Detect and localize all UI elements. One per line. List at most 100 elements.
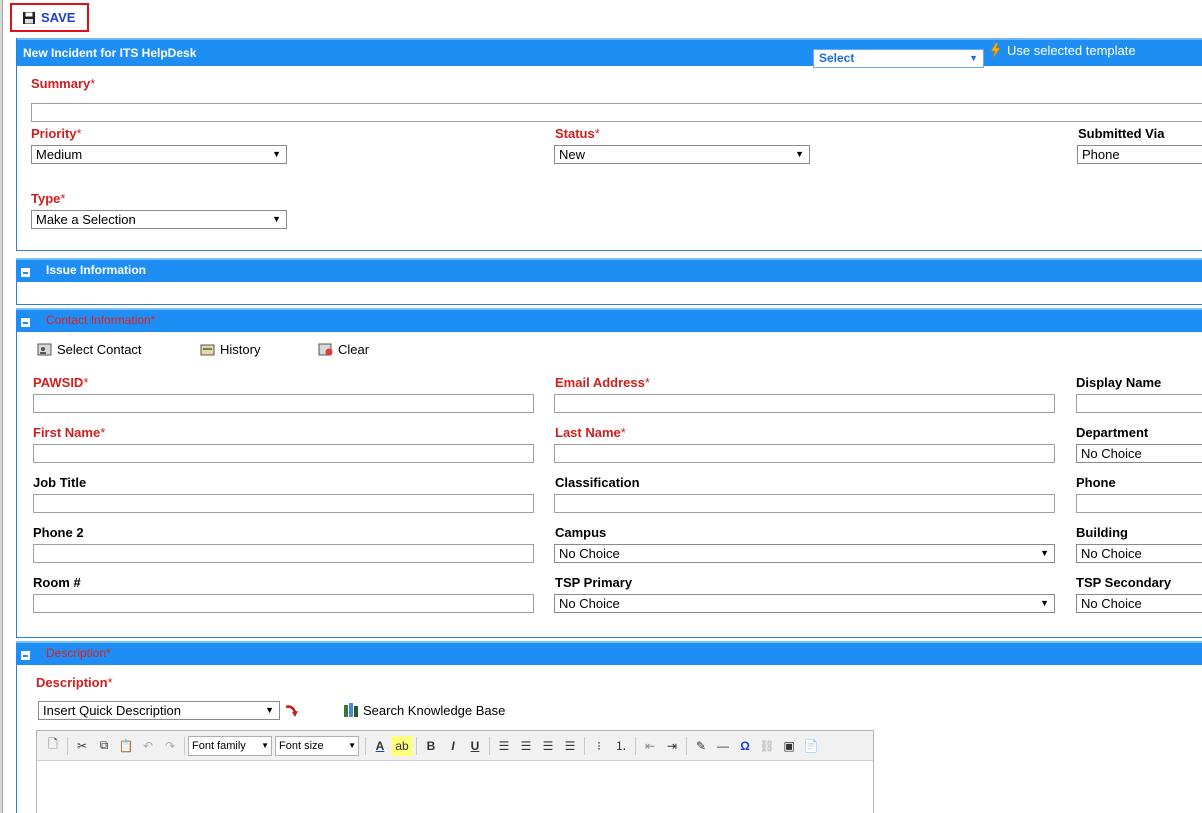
clear-button[interactable]: Clear	[318, 342, 369, 357]
copy-icon[interactable]: ⧉	[93, 736, 115, 756]
history-label: History	[220, 342, 261, 357]
contact-information-title: Contact Information*	[46, 313, 156, 327]
classification-input[interactable]	[554, 494, 1055, 513]
tsp-secondary-value: No Choice	[1081, 596, 1142, 611]
toolbar-divider	[686, 736, 687, 755]
room-input[interactable]	[33, 594, 534, 613]
indent-icon[interactable]: ⇥	[661, 736, 683, 756]
phone2-input[interactable]	[33, 544, 534, 563]
last-name-input[interactable]	[554, 444, 1055, 463]
submitted-via-select[interactable]: Phone	[1077, 145, 1202, 164]
department-value: No Choice	[1081, 446, 1142, 461]
font-size-select[interactable]: Font size ▼	[275, 735, 359, 756]
description-editor[interactable]: 🗋 ✂ ⧉ 📋 ↶ ↷ Font family ▼ Font size ▼ A …	[36, 730, 874, 813]
horizontal-rule-icon[interactable]: —	[712, 736, 734, 756]
align-left-icon[interactable]: ☰	[493, 736, 515, 756]
cut-icon[interactable]: ✂	[71, 736, 93, 756]
tsp-primary-value: No Choice	[559, 596, 620, 611]
tsp-primary-select[interactable]: No Choice ▼	[554, 594, 1055, 613]
select-contact-label: Select Contact	[57, 342, 142, 357]
omega-icon[interactable]: Ω	[734, 736, 756, 756]
last-name-label: Last Name	[555, 425, 626, 440]
numbered-list-icon[interactable]: ⒈	[610, 736, 632, 756]
paste-word-icon[interactable]: 📄	[800, 736, 822, 756]
status-select[interactable]: New ▼	[554, 145, 810, 164]
align-right-icon[interactable]: ☰	[537, 736, 559, 756]
description-label: Description	[36, 675, 113, 690]
quick-description-value: Insert Quick Description	[43, 703, 181, 718]
chevron-down-icon: ▼	[272, 149, 281, 159]
quick-description-select[interactable]: Insert Quick Description ▼	[38, 701, 280, 720]
display-name-input[interactable]	[1076, 394, 1202, 413]
outdent-icon[interactable]: ⇤	[639, 736, 661, 756]
use-template-button[interactable]: Use selected template	[990, 43, 1136, 58]
bullet-list-icon[interactable]: ⁝	[588, 736, 610, 756]
bold-icon[interactable]: B	[420, 736, 442, 756]
toolbar-divider	[635, 736, 636, 755]
email-input[interactable]	[554, 394, 1055, 413]
use-template-label: Use selected template	[1007, 43, 1136, 58]
history-icon	[200, 344, 215, 356]
contact-card-icon	[37, 343, 52, 356]
room-label: Room #	[33, 575, 81, 590]
floppy-disk-icon	[23, 11, 35, 24]
summary-label: Summary	[31, 76, 95, 91]
undo-icon[interactable]: ↶	[137, 736, 159, 756]
job-title-input[interactable]	[33, 494, 534, 513]
building-select[interactable]: No Choice	[1076, 544, 1202, 563]
lightning-icon	[990, 43, 1001, 58]
collapse-icon[interactable]	[21, 651, 30, 660]
redo-icon[interactable]: ↷	[159, 736, 181, 756]
summary-input[interactable]	[31, 103, 1202, 122]
highlight-color-icon[interactable]: ab	[391, 735, 413, 756]
submitted-via-value: Phone	[1082, 147, 1120, 162]
building-value: No Choice	[1081, 546, 1142, 561]
toolbar-divider	[584, 736, 585, 755]
select-contact-button[interactable]: Select Contact	[37, 342, 142, 357]
first-name-input[interactable]	[33, 444, 534, 463]
font-family-select[interactable]: Font family ▼	[188, 735, 272, 756]
edit-icon[interactable]: ✎	[690, 736, 712, 756]
toolbar-divider	[184, 736, 185, 755]
collapse-icon[interactable]	[21, 318, 30, 327]
align-justify-icon[interactable]: ☰	[559, 736, 581, 756]
save-button[interactable]: SAVE	[10, 3, 89, 32]
phone2-label: Phone 2	[33, 525, 84, 540]
collapse-icon[interactable]	[21, 268, 30, 277]
italic-icon[interactable]: I	[442, 736, 464, 756]
pawsid-input[interactable]	[33, 394, 534, 413]
phone-input[interactable]	[1076, 494, 1202, 513]
history-button[interactable]: History	[200, 342, 260, 357]
description-header[interactable]: Description*	[16, 641, 1202, 665]
chevron-down-icon: ▼	[261, 740, 269, 750]
chevron-down-icon: ▼	[348, 740, 356, 750]
search-knowledge-base-button[interactable]: Search Knowledge Base	[343, 702, 505, 718]
template-select[interactable]: Select ▼	[813, 49, 984, 68]
new-document-icon[interactable]: 🗋	[42, 736, 64, 756]
new-incident-title: New Incident for ITS HelpDesk	[23, 46, 197, 60]
image-icon[interactable]: ▣	[778, 736, 800, 756]
save-label: SAVE	[41, 10, 76, 25]
priority-select[interactable]: Medium ▼	[31, 145, 287, 164]
clear-label: Clear	[338, 342, 370, 357]
priority-label: Priority	[31, 126, 82, 141]
job-title-label: Job Title	[33, 475, 87, 490]
toolbar-divider	[416, 736, 417, 755]
align-center-icon[interactable]: ☰	[515, 736, 537, 756]
type-select[interactable]: Make a Selection ▼	[31, 210, 287, 229]
text-color-icon[interactable]: A	[369, 736, 391, 756]
insert-arrow-icon[interactable]	[284, 703, 300, 719]
toolbar-divider	[67, 736, 68, 755]
campus-select[interactable]: No Choice ▼	[554, 544, 1055, 563]
underline-icon[interactable]: U	[464, 736, 486, 756]
chevron-down-icon: ▼	[1040, 548, 1049, 558]
issue-information-header[interactable]: Issue Information	[16, 258, 1202, 282]
template-select-value: Select	[819, 51, 855, 65]
paste-icon[interactable]: 📋	[115, 736, 137, 756]
department-select[interactable]: No Choice	[1076, 444, 1202, 463]
tsp-secondary-select[interactable]: No Choice	[1076, 594, 1202, 613]
department-label: Department	[1076, 425, 1149, 440]
contact-information-header[interactable]: Contact Information*	[16, 308, 1202, 332]
books-icon	[344, 703, 358, 717]
link-icon[interactable]: ⛓	[756, 736, 778, 756]
